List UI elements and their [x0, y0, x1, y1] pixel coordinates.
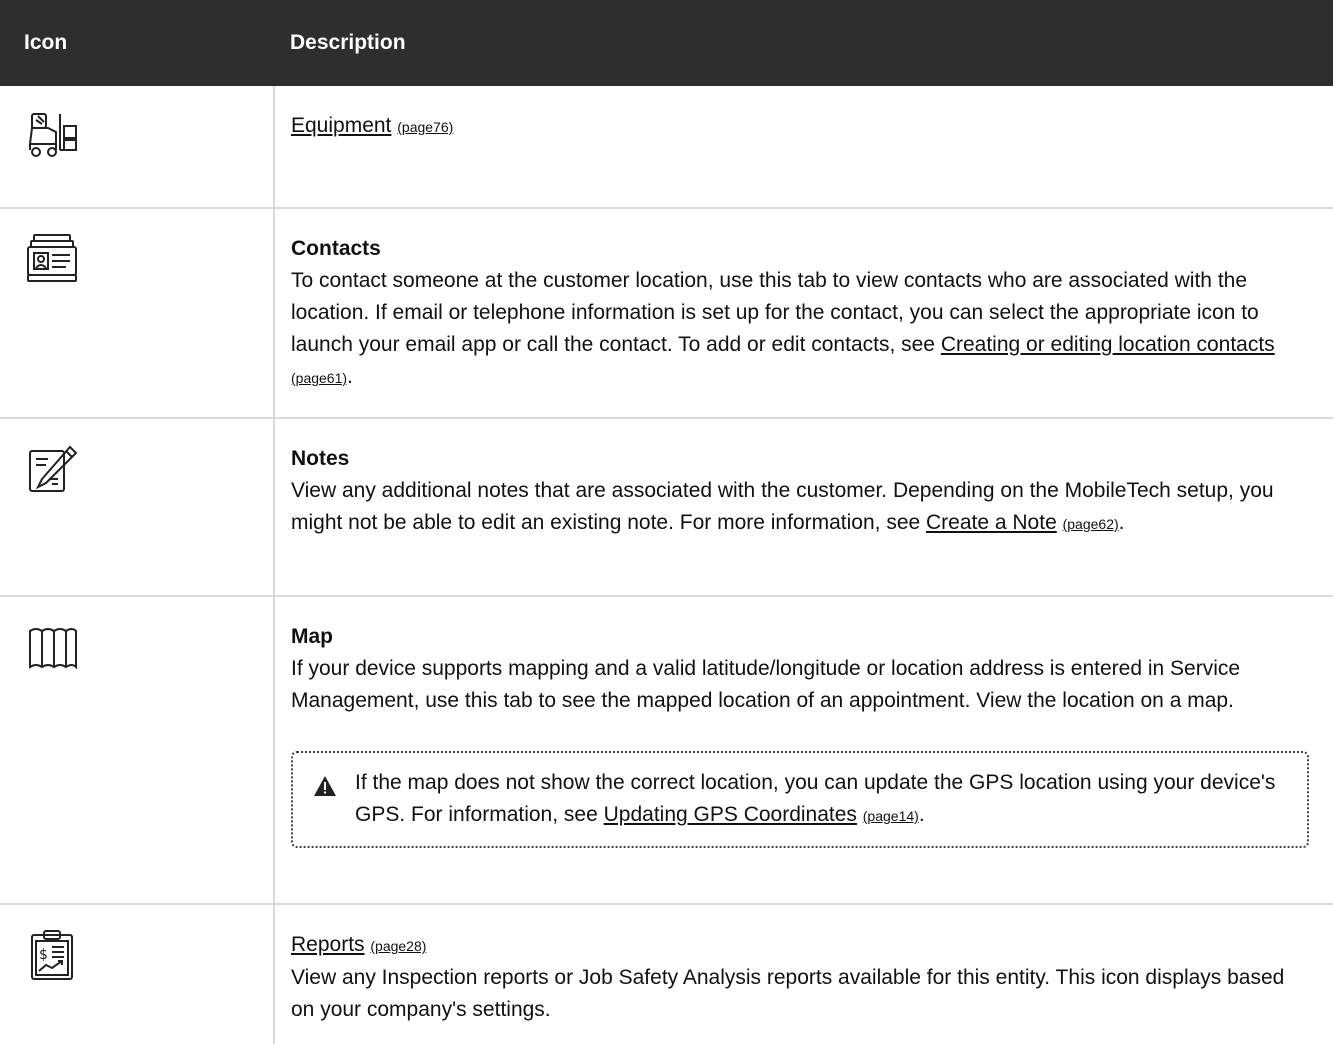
contact-card-icon	[26, 233, 78, 285]
reports-link[interactable]: Reports	[291, 933, 365, 956]
table-row-notes: Notes View any additional notes that are…	[0, 418, 1333, 597]
header-description: Description	[290, 31, 406, 54]
forklift-icon	[26, 110, 78, 162]
notes-period: .	[1118, 511, 1125, 534]
reports-page-ref[interactable]: (page28)	[370, 938, 426, 954]
header-icon: Icon	[24, 31, 68, 54]
contacts-title: Contacts	[291, 237, 381, 260]
table-header-row: Icon Description	[0, 0, 1333, 86]
map-warning-note: If the map does not show the correct loc…	[291, 751, 1309, 848]
contacts-page-ref[interactable]: (page61)	[291, 370, 347, 386]
icon-description-table: Icon Description Equipment (page76) Cont…	[0, 0, 1333, 1044]
notes-link[interactable]: Create a Note	[926, 511, 1057, 534]
warning-triangle-icon	[314, 776, 336, 796]
map-note-period: .	[918, 803, 925, 826]
contacts-link[interactable]: Creating or editing location contacts	[941, 333, 1275, 356]
clipboard-report-icon: $	[26, 929, 78, 981]
map-note-page-ref[interactable]: (page14)	[863, 808, 919, 824]
equipment-page-ref[interactable]: (page76)	[397, 119, 453, 135]
table-row-map: Map If your device supports mapping and …	[0, 596, 1333, 905]
equipment-link[interactable]: Equipment	[291, 114, 391, 137]
map-title: Map	[291, 625, 333, 648]
map-text: If your device supports mapping and a va…	[291, 657, 1241, 712]
table-row-contacts: Contacts To contact someone at the custo…	[0, 208, 1333, 419]
folded-map-icon	[26, 621, 78, 673]
notes-text: View any additional notes that are assoc…	[291, 479, 1274, 534]
table-row-equipment: Equipment (page76)	[0, 86, 1333, 209]
notes-page-ref[interactable]: (page62)	[1063, 516, 1119, 532]
notes-title: Notes	[291, 447, 350, 470]
notepad-pencil-icon	[26, 443, 78, 495]
table-row-reports: $ Reports (page28) View any Inspection r…	[0, 904, 1333, 1044]
svg-text:$: $	[39, 947, 48, 963]
map-note-link[interactable]: Updating GPS Coordinates	[604, 803, 857, 826]
reports-text: View any Inspection reports or Job Safet…	[291, 966, 1285, 1021]
contacts-period: .	[347, 365, 353, 388]
